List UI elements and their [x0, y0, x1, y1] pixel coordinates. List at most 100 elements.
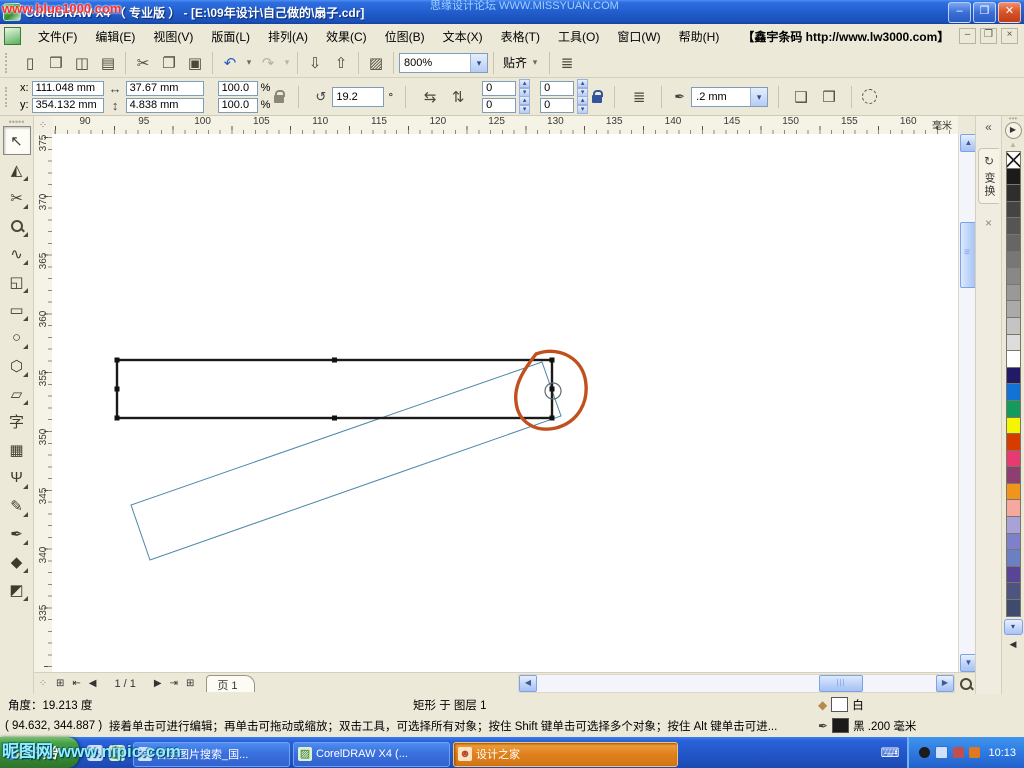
- utility-tray-icon[interactable]: [953, 747, 964, 758]
- blend-tool[interactable]: Ψ: [4, 464, 30, 491]
- color-swatch-20[interactable]: [1006, 483, 1021, 501]
- menu-item-10[interactable]: 窗口(W): [608, 25, 669, 48]
- last-page-icon[interactable]: ⇥: [168, 678, 180, 689]
- scroll-right-icon[interactable]: ▶: [936, 675, 954, 692]
- docker-collapse-icon[interactable]: «: [985, 120, 992, 134]
- menu-item-ad[interactable]: 【鑫宇条码 http://www.lw3000.com】: [728, 25, 958, 48]
- dict-tray-icon[interactable]: [969, 747, 980, 758]
- to-back-icon[interactable]: ❒: [817, 85, 841, 109]
- zoom-level-input[interactable]: [400, 54, 470, 72]
- menu-item-6[interactable]: 位图(B): [376, 25, 434, 48]
- mirror-horizontal-icon[interactable]: ⇆: [418, 85, 442, 109]
- color-swatch-26[interactable]: [1006, 582, 1021, 600]
- restore-button[interactable]: ❐: [973, 2, 996, 23]
- rectangle-object[interactable]: [117, 360, 552, 418]
- color-swatch-21[interactable]: [1006, 499, 1021, 517]
- corner-tr-spinner[interactable]: ▴▾: [577, 79, 588, 97]
- drawing-canvas[interactable]: [52, 134, 958, 672]
- snap-to-button[interactable]: 贴齐: [503, 54, 527, 71]
- shape-tool[interactable]: ◭: [4, 156, 30, 183]
- wrap-text-icon[interactable]: ≣: [627, 85, 651, 109]
- next-page-icon[interactable]: ▶: [152, 678, 164, 689]
- mdi-restore-button[interactable]: ❐: [980, 28, 997, 44]
- color-swatch-2[interactable]: [1006, 184, 1021, 202]
- convert-to-curves-icon[interactable]: [862, 89, 877, 104]
- network-tray-icon[interactable]: [935, 746, 948, 759]
- color-swatch-27[interactable]: [1006, 599, 1021, 617]
- outline-width-input[interactable]: [692, 88, 750, 106]
- open-icon[interactable]: ❒: [44, 51, 68, 75]
- y-position-field[interactable]: [32, 98, 104, 113]
- corner-bl-spinner[interactable]: ▴▾: [519, 96, 530, 114]
- minimize-button[interactable]: –: [948, 2, 971, 23]
- color-swatch-16[interactable]: [1006, 417, 1021, 435]
- corner-lock-icon[interactable]: [592, 95, 602, 103]
- corner-br-spinner[interactable]: ▴▾: [577, 96, 588, 114]
- snap-dropdown-icon[interactable]: ▾: [530, 51, 540, 75]
- scale-h-field[interactable]: [218, 81, 258, 96]
- palette-flyout-icon[interactable]: ▶: [1005, 122, 1022, 139]
- scale-lock-icon[interactable]: [274, 95, 284, 103]
- text-tool[interactable]: 字: [4, 408, 30, 435]
- task-button-1[interactable]: ▨CorelDRAW X4 (...: [293, 742, 450, 767]
- color-swatch-1[interactable]: [1006, 168, 1021, 186]
- horizontal-scroll-thumb[interactable]: |||: [819, 675, 863, 692]
- color-swatch-24[interactable]: [1006, 549, 1021, 567]
- ruler-origin-button[interactable]: ⁘: [34, 116, 53, 135]
- page-tab[interactable]: 页 1: [206, 675, 254, 692]
- add-page-button[interactable]: ⊞: [54, 678, 66, 689]
- zoom-navigator-button[interactable]: [957, 675, 975, 693]
- menu-item-4[interactable]: 排列(A): [259, 25, 317, 48]
- options-icon[interactable]: ≣: [555, 51, 579, 75]
- color-swatch-10[interactable]: [1006, 317, 1021, 335]
- mdi-minimize-button[interactable]: –: [959, 28, 976, 44]
- no-fill-swatch[interactable]: [1006, 151, 1021, 169]
- color-swatch-6[interactable]: [1006, 251, 1021, 269]
- color-swatch-23[interactable]: [1006, 533, 1021, 551]
- outline-pen-tool[interactable]: ✒: [4, 520, 30, 547]
- color-swatch-22[interactable]: [1006, 516, 1021, 534]
- task-button-2[interactable]: ☻设计之家: [453, 742, 678, 767]
- copy-icon[interactable]: ❐: [157, 51, 181, 75]
- toolbar-grip[interactable]: [5, 53, 13, 73]
- color-swatch-5[interactable]: [1006, 234, 1021, 252]
- palette-corner-icon[interactable]: ◀: [1010, 639, 1017, 650]
- import-icon[interactable]: ⇩: [303, 51, 327, 75]
- to-front-icon[interactable]: ❑: [789, 85, 813, 109]
- undo-dropdown-icon[interactable]: ▾: [244, 51, 254, 75]
- zoom-level-combo[interactable]: ▾: [399, 53, 488, 73]
- paste-icon[interactable]: ▣: [183, 51, 207, 75]
- undo-icon[interactable]: ↶: [218, 51, 242, 75]
- color-swatch-4[interactable]: [1006, 217, 1021, 235]
- color-swatch-15[interactable]: [1006, 400, 1021, 418]
- object-height-field[interactable]: [126, 98, 204, 113]
- x-position-field[interactable]: [32, 81, 104, 96]
- color-swatch-19[interactable]: [1006, 466, 1021, 484]
- object-width-field[interactable]: [126, 81, 204, 96]
- horizontal-ruler[interactable]: 毫米 9095100105110115120125130135140145150…: [52, 116, 958, 135]
- mirror-vertical-icon[interactable]: ⇅: [446, 85, 470, 109]
- previous-page-icon[interactable]: ◀: [87, 678, 99, 689]
- corner-radius-tl-field[interactable]: [482, 81, 516, 96]
- language-bar-icon[interactable]: ⌨: [873, 745, 908, 761]
- polygon-tool[interactable]: ⬡: [4, 352, 30, 379]
- table-tool[interactable]: ▦: [4, 436, 30, 463]
- corner-radius-bl-field[interactable]: [482, 98, 516, 113]
- corner-radius-tr-field[interactable]: [540, 81, 574, 96]
- print-icon[interactable]: ▤: [96, 51, 120, 75]
- propbar-grip[interactable]: [5, 87, 13, 107]
- color-swatch-13[interactable]: [1006, 367, 1021, 385]
- color-swatch-11[interactable]: [1006, 334, 1021, 352]
- basic-shapes-tool[interactable]: ▱: [4, 380, 30, 407]
- docker-close-icon[interactable]: ×: [985, 216, 992, 230]
- pick-tool[interactable]: ↖: [3, 126, 31, 155]
- horizontal-scrollbar[interactable]: ◀ ||| ▶: [518, 674, 955, 693]
- menu-item-3[interactable]: 版面(L): [202, 25, 259, 48]
- rotation-angle-field[interactable]: [332, 87, 384, 107]
- qq-tray-icon[interactable]: [919, 747, 930, 758]
- menu-item-5[interactable]: 效果(C): [317, 25, 376, 48]
- zoom-tool[interactable]: [4, 212, 30, 239]
- menu-item-8[interactable]: 表格(T): [492, 25, 549, 48]
- ellipse-tool[interactable]: ○: [4, 324, 30, 351]
- export-icon[interactable]: ⇧: [329, 51, 353, 75]
